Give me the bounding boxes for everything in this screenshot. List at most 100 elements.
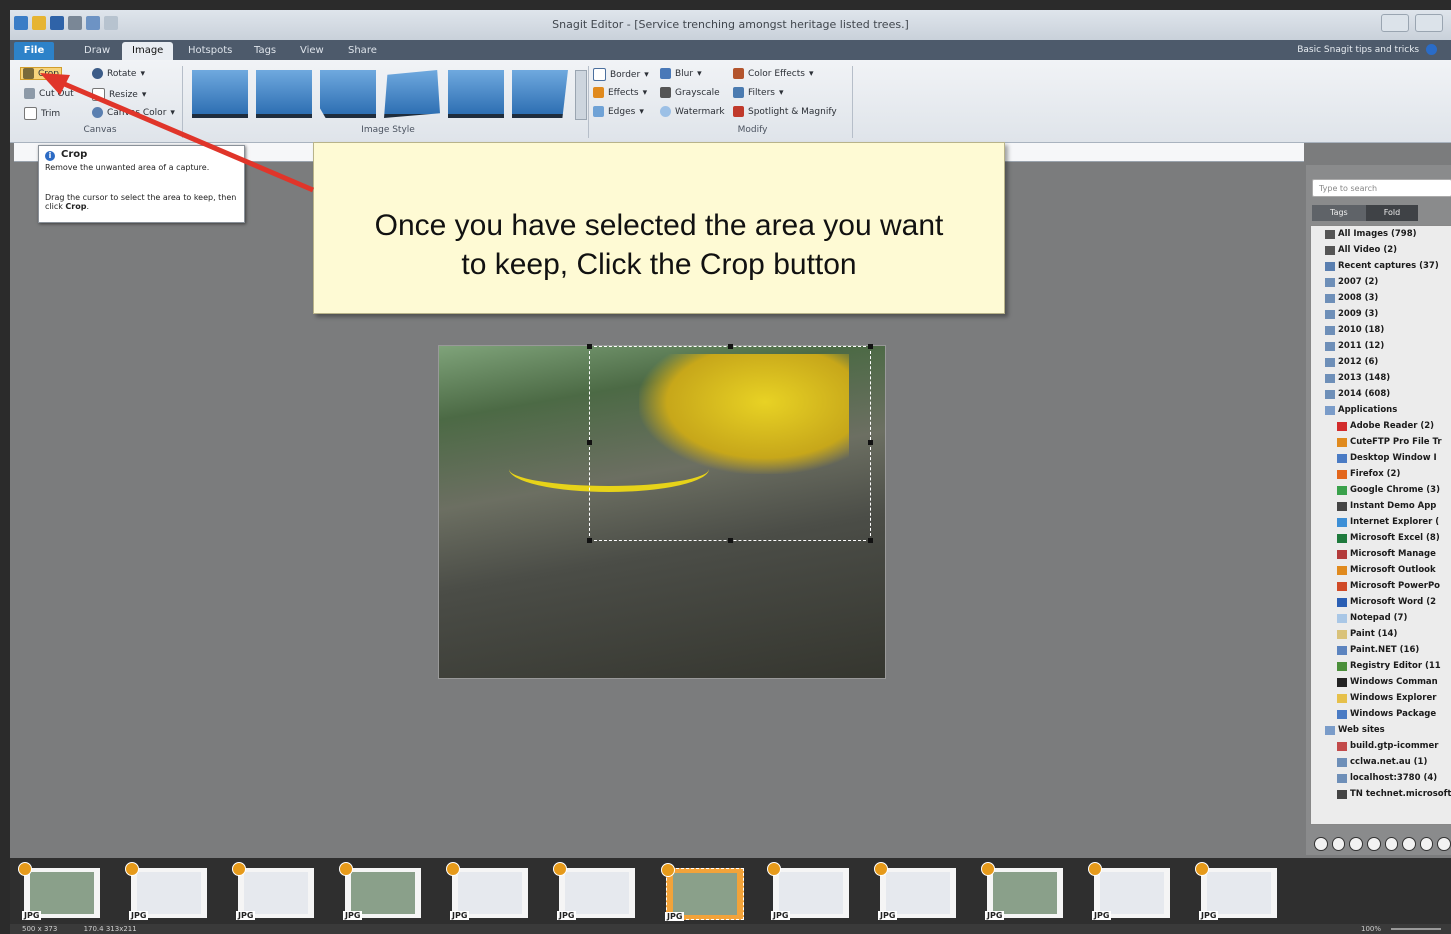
library-tree-item[interactable]: Notepad (7) <box>1311 610 1451 626</box>
image-style-thumbnail[interactable] <box>320 70 376 118</box>
capture-thumbnail[interactable]: JPG <box>874 862 956 920</box>
library-tree-item[interactable]: Microsoft Outlook <box>1311 562 1451 578</box>
restore-button[interactable] <box>1415 14 1443 32</box>
library-tree-item[interactable]: 2014 (608) <box>1311 386 1451 402</box>
library-tree-item[interactable]: CuteFTP Pro File Tr <box>1311 434 1451 450</box>
library-tree-item[interactable]: Instant Demo App <box>1311 498 1451 514</box>
capture-thumbnail[interactable]: JPG <box>446 862 528 920</box>
selection-handle[interactable] <box>868 440 873 445</box>
cut-out-button[interactable]: Cut Out <box>24 88 74 99</box>
image-style-thumbnail[interactable] <box>512 70 568 118</box>
tab-tags[interactable]: Tags <box>244 42 286 60</box>
library-tree-item[interactable]: Microsoft PowerPo <box>1311 578 1451 594</box>
canvas-color-button[interactable]: Canvas Color ▾ <box>92 107 175 118</box>
library-tree-item[interactable]: 2007 (2) <box>1311 274 1451 290</box>
border-button[interactable]: Border ▾ <box>593 68 649 81</box>
library-tree-item[interactable]: Paint (14) <box>1311 626 1451 642</box>
library-tree-item[interactable]: Recent captures (37) <box>1311 258 1451 274</box>
selection-handle[interactable] <box>868 344 873 349</box>
library-tree-item[interactable]: 2009 (3) <box>1311 306 1451 322</box>
capture-thumbnail[interactable]: JPG <box>553 862 635 920</box>
zoom-slider[interactable] <box>1391 928 1441 930</box>
capture-thumbnail[interactable]: JPG <box>18 862 100 920</box>
grayscale-button[interactable]: Grayscale <box>660 87 720 98</box>
minimize-button[interactable] <box>1381 14 1409 32</box>
library-tree-item[interactable]: build.gtp-icommer <box>1311 738 1451 754</box>
effects-button[interactable]: Effects ▾ <box>593 87 647 98</box>
library-tool-icon[interactable] <box>1366 837 1381 851</box>
selection-handle[interactable] <box>587 538 592 543</box>
tab-draw[interactable]: Draw <box>74 42 120 60</box>
library-tool-icon[interactable] <box>1349 837 1363 851</box>
library-tree-item[interactable]: Web sites <box>1311 722 1451 738</box>
library-tree-item[interactable]: All Video (2) <box>1311 242 1451 258</box>
edges-button[interactable]: Edges ▾ <box>593 106 644 117</box>
library-tree-item[interactable]: 2012 (6) <box>1311 354 1451 370</box>
capture-thumbnail[interactable]: JPG <box>1195 862 1277 920</box>
tab-file[interactable]: File <box>14 42 54 60</box>
watermark-button[interactable]: Watermark <box>660 106 725 117</box>
capture-thumbnail[interactable]: JPG <box>1088 862 1170 920</box>
library-tree-item[interactable]: Desktop Window I <box>1311 450 1451 466</box>
library-tree-item[interactable]: Internet Explorer ( <box>1311 514 1451 530</box>
library-tree-item[interactable]: Adobe Reader (2) <box>1311 418 1451 434</box>
capture-thumbnail[interactable]: JPG <box>661 863 744 921</box>
tab-hotspots[interactable]: Hotspots <box>178 42 242 60</box>
library-tool-icon[interactable] <box>1384 837 1399 851</box>
selection-handle[interactable] <box>587 440 592 445</box>
library-tree-item[interactable]: Windows Explorer <box>1311 690 1451 706</box>
library-tool-icon[interactable] <box>1402 837 1416 851</box>
spotlight-magnify-button[interactable]: Spotlight & Magnify <box>733 106 837 117</box>
library-tree-item[interactable]: Microsoft Word (2 <box>1311 594 1451 610</box>
color-effects-button[interactable]: Color Effects ▾ <box>733 68 813 79</box>
library-tree-item[interactable]: Microsoft Excel (8) <box>1311 530 1451 546</box>
rotate-button[interactable]: Rotate ▾ <box>92 68 145 79</box>
library-tree-item[interactable]: Firefox (2) <box>1311 466 1451 482</box>
resize-button[interactable]: Resize ▾ <box>92 88 146 101</box>
trim-button[interactable]: Trim <box>24 107 60 120</box>
library-tool-icon[interactable] <box>1419 837 1434 851</box>
library-tree-item[interactable]: All Images (798) <box>1311 226 1451 242</box>
library-tree-item[interactable]: Applications <box>1311 402 1451 418</box>
tab-view[interactable]: View <box>290 42 334 60</box>
canvas-image[interactable] <box>438 344 886 679</box>
tab-share[interactable]: Share <box>338 42 387 60</box>
capture-thumbnail[interactable]: JPG <box>981 862 1063 920</box>
filters-button[interactable]: Filters ▾ <box>733 87 784 98</box>
library-tree-item[interactable]: Windows Package <box>1311 706 1451 722</box>
library-search-input[interactable]: Type to search <box>1312 179 1451 197</box>
library-tree-item[interactable]: 2013 (148) <box>1311 370 1451 386</box>
capture-thumbnail[interactable]: JPG <box>767 862 849 920</box>
library-tree-item[interactable]: TN technet.microsoft <box>1311 786 1451 802</box>
crop-selection[interactable] <box>587 344 873 543</box>
library-tree-item[interactable]: 2010 (18) <box>1311 322 1451 338</box>
tab-image[interactable]: Image <box>122 42 174 60</box>
selection-handle[interactable] <box>728 538 733 543</box>
library-tree-item[interactable]: Microsoft Manage <box>1311 546 1451 562</box>
library-tree-item[interactable]: Registry Editor (11 <box>1311 658 1451 674</box>
blur-button[interactable]: Blur ▾ <box>660 68 702 79</box>
library-tree-item[interactable]: 2011 (12) <box>1311 338 1451 354</box>
library-tool-icon[interactable] <box>1314 837 1328 851</box>
library-tree-item[interactable]: cclwa.net.au (1) <box>1311 754 1451 770</box>
capture-thumbnail[interactable]: JPG <box>339 862 421 920</box>
tab-library-folders[interactable]: Fold <box>1365 205 1419 221</box>
gallery-scrollbar[interactable] <box>575 70 587 120</box>
selection-handle[interactable] <box>728 344 733 349</box>
library-tool-icon[interactable] <box>1331 837 1346 851</box>
library-tree-item[interactable]: Windows Comman <box>1311 674 1451 690</box>
selection-handle[interactable] <box>868 538 873 543</box>
image-style-thumbnail[interactable] <box>192 70 248 118</box>
library-tree-item[interactable]: Paint.NET (16) <box>1311 642 1451 658</box>
image-style-thumbnail[interactable] <box>384 70 440 118</box>
image-style-thumbnail[interactable] <box>256 70 312 118</box>
callout-box[interactable]: Once you have selected the area you want… <box>313 142 1005 314</box>
selection-handle[interactable] <box>587 344 592 349</box>
capture-thumbnail[interactable]: JPG <box>232 862 314 920</box>
help-icon[interactable] <box>1426 44 1437 55</box>
tips-link[interactable]: Basic Snagit tips and tricks <box>1297 42 1437 58</box>
tab-library-tags[interactable]: Tags <box>1312 205 1366 221</box>
capture-thumbnail[interactable]: JPG <box>125 862 207 920</box>
image-style-thumbnail[interactable] <box>448 70 504 118</box>
crop-button[interactable]: Crop <box>20 67 63 80</box>
